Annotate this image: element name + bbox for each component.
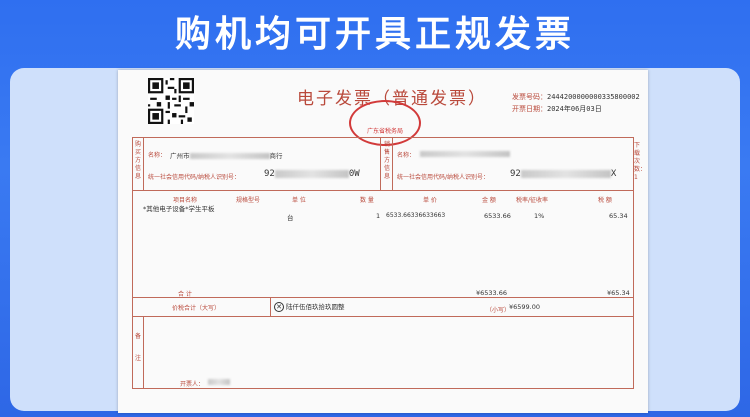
invoice-no-label: 发票号码： (512, 93, 547, 101)
item-tax: 65.34 (609, 212, 628, 220)
date-value: 2024年06月03日 (547, 105, 602, 113)
divider (380, 137, 381, 190)
divider (143, 137, 144, 190)
item-unit: 台 (287, 214, 294, 222)
seller-code-tail: X (610, 169, 617, 179)
divider (132, 316, 634, 317)
col-amount: 金 额 (482, 197, 496, 204)
buyer-name-tail: 商行 (269, 152, 283, 160)
seller-code-value: 92 (510, 169, 521, 179)
qr-code (148, 78, 194, 124)
total-label: 合 计 (178, 291, 192, 298)
banner-title: 购机均可开具正规发票 (174, 14, 575, 55)
item-rate: 1% (534, 212, 545, 220)
total-amount: ¥6533.66 (476, 289, 508, 297)
divider (143, 316, 144, 389)
redacted-block (189, 153, 270, 159)
buyer-code: 92 0W (264, 169, 360, 179)
redacted-block (420, 151, 510, 157)
item-name: *其他电子设备*学生平板 (143, 205, 215, 213)
side-note: 下载次数：1 (634, 142, 647, 181)
seller-code: 92 X (510, 169, 616, 179)
col-rate: 税率/征收率 (516, 197, 549, 204)
seller-side-label: 销售方信息 (383, 141, 390, 180)
redacted-block (208, 379, 230, 385)
remark-label: 备注 (134, 333, 141, 362)
grand-total-label: 价税合计（大写） (172, 305, 221, 312)
buyer-side-label: 购买方信息 (134, 141, 141, 180)
col-tax: 税 额 (598, 197, 612, 204)
issuer-name (208, 378, 230, 386)
divider (392, 137, 393, 190)
buyer-name-value: 广州市 (170, 152, 190, 160)
buyer-code-value: 92 (264, 169, 275, 179)
invoice-no-value: 2444200000000335800002 (547, 93, 640, 101)
buyer-name: 广州市 商行 (170, 150, 283, 160)
buyer-code-label: 统一社会信用代码/纳税人识别号： (148, 174, 241, 181)
divider (132, 297, 634, 298)
total-tax: ¥65.34 (607, 289, 630, 297)
redacted-block (520, 169, 611, 178)
divider (132, 190, 634, 191)
grand-lower-value: ¥6599.00 (509, 303, 541, 311)
date-label: 开票日期： (512, 105, 547, 113)
item-amount: 6533.66 (484, 212, 511, 220)
seller-code-label: 统一社会信用代码/纳税人识别号： (397, 174, 490, 181)
redacted-block (274, 169, 349, 178)
stamp-text: 广东省税务局 (366, 128, 403, 135)
top-banner: 购机均可开具正规发票 (0, 0, 750, 62)
grand-lower-label: （小写） (486, 307, 511, 314)
seller-name (420, 150, 510, 158)
buyer-code-tail: 0W (348, 169, 360, 179)
col-unit: 单 位 (292, 197, 306, 204)
item-price: 6533.66336633663 (386, 212, 446, 219)
grand-total-upper: ✕ 陆仟伍佰玖拾玖圆整 (274, 301, 345, 312)
col-spec: 规格型号 (236, 197, 261, 204)
seller-name-label: 名称： (397, 152, 416, 159)
grand-upper-value: 陆仟伍佰玖拾玖圆整 (286, 303, 345, 311)
buyer-name-label: 名称： (148, 152, 167, 159)
issuer-label: 开票人： (180, 381, 205, 388)
col-qty: 数 量 (360, 197, 374, 204)
cross-circle-icon: ✕ (274, 302, 284, 312)
col-price: 单 价 (423, 197, 437, 204)
invoice-date: 开票日期：2024年06月03日 (512, 104, 602, 114)
item-qty: 1 (376, 212, 381, 220)
invoice-number: 发票号码：2444200000000335800002 (512, 92, 640, 102)
divider (270, 297, 271, 316)
